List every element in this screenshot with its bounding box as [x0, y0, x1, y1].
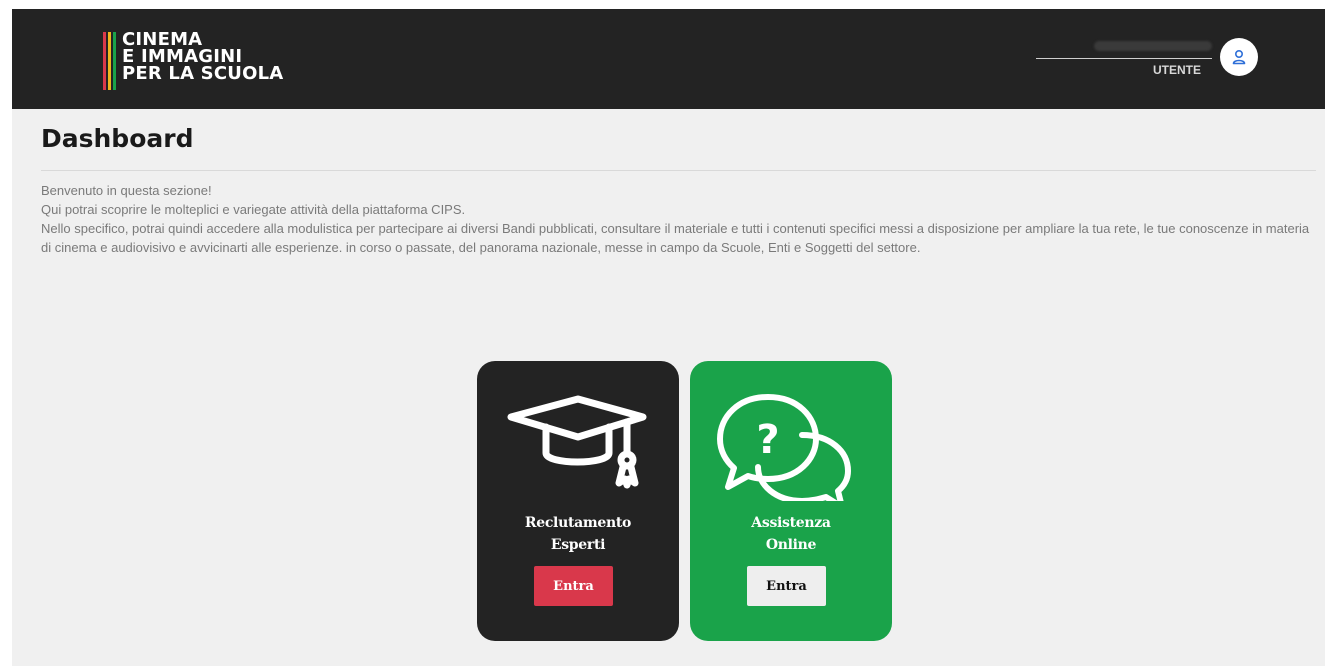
card-assistenza-online[interactable]: ? Assistenza Online Entra: [690, 361, 892, 641]
graduation-cap-icon: [507, 395, 647, 489]
logo-text: CINEMA E IMMAGINI PER LA SCUOLA: [122, 31, 283, 91]
card-title-line-1: Assistenza: [751, 515, 831, 531]
card-title-line-2: Online: [765, 537, 817, 553]
user-name-redacted: [1094, 41, 1212, 51]
intro-line-3: Nello specifico, potrai quindi accedere …: [41, 221, 1310, 255]
user-icon: [1232, 49, 1246, 65]
card-reclutamento-esperti[interactable]: Reclutamento Esperti Entra: [477, 361, 679, 641]
card-title-line-1: Reclutamento: [524, 515, 632, 531]
logo-line-3: PER LA SCUOLA: [122, 63, 284, 84]
card-title: Reclutamento Esperti: [477, 512, 679, 556]
enter-reclutamento-button[interactable]: Entra: [534, 566, 613, 606]
page-frame: CINEMA E IMMAGINI PER LA SCUOLA UTENTE D…: [12, 9, 1325, 666]
card-title-line-2: Esperti: [550, 537, 606, 553]
user-divider: [1036, 58, 1212, 59]
intro-line-2: Qui potrai scoprire le molteplici e vari…: [41, 202, 466, 217]
intro-line-1: Benvenuto in questa sezione!: [41, 183, 212, 198]
user-role-label: UTENTE: [1153, 63, 1201, 77]
logo-bars: [103, 32, 116, 90]
logo-bar-yellow: [108, 32, 111, 90]
logo-bar-green: [113, 32, 116, 90]
logo-bar-red: [103, 32, 106, 90]
enter-assistenza-button[interactable]: Entra: [747, 566, 826, 606]
page-title: Dashboard: [41, 124, 194, 153]
intro-text: Benvenuto in questa sezione! Qui potrai …: [41, 181, 1321, 257]
top-header: CINEMA E IMMAGINI PER LA SCUOLA UTENTE: [12, 9, 1325, 109]
svg-text:?: ?: [756, 417, 779, 463]
user-avatar-button[interactable]: [1220, 38, 1258, 76]
title-divider: [41, 170, 1316, 171]
user-menu[interactable]: UTENTE: [1036, 37, 1266, 81]
card-title: Assistenza Online: [690, 512, 892, 556]
logo[interactable]: CINEMA E IMMAGINI PER LA SCUOLA: [103, 31, 283, 91]
question-chat-icon: ?: [717, 394, 851, 501]
